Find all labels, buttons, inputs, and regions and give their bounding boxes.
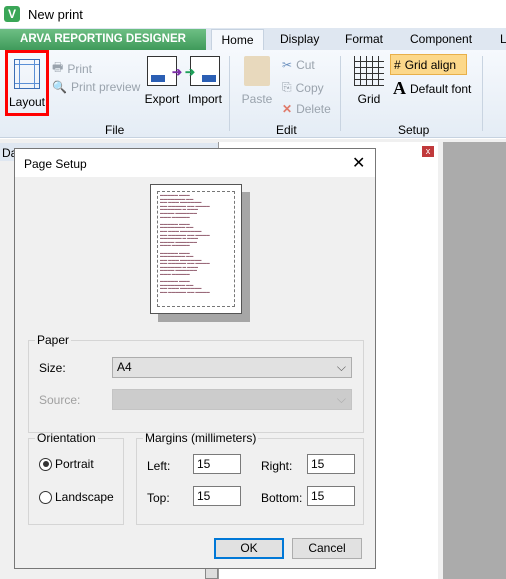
radio-checked-icon bbox=[39, 457, 52, 471]
tab-format[interactable]: Format bbox=[337, 29, 391, 50]
grid-icon bbox=[354, 56, 384, 86]
layout-icon bbox=[14, 59, 40, 89]
brand-tab[interactable]: ARVA REPORTING DESIGNER bbox=[0, 29, 206, 50]
size-select[interactable]: A4 ⌵ bbox=[112, 357, 352, 378]
export-icon: ➔ bbox=[147, 56, 182, 86]
left-margin-input[interactable]: 15 bbox=[193, 454, 241, 474]
page-setup-dialog: Page Setup ✕ ▬▬▬▬▬ ▬▬▬ ▬▬▬▬▬▬▬ ▬▬ ▬▬ ▬▬▬ ▬… bbox=[14, 148, 376, 569]
export-label: Export bbox=[144, 92, 180, 106]
tab-more[interactable]: L bbox=[492, 29, 506, 50]
cut-button[interactable]: ✂ Cut bbox=[282, 58, 315, 72]
print-preview-icon: 🔍 bbox=[52, 80, 67, 94]
print-preview-label: Print preview bbox=[70, 80, 141, 94]
grid-align-label: Grid align bbox=[404, 57, 457, 72]
edit-group-label: Edit bbox=[276, 123, 297, 137]
grid-button[interactable]: Grid bbox=[350, 56, 388, 106]
landscape-radio[interactable]: Landscape bbox=[39, 490, 114, 504]
gray-area bbox=[443, 142, 506, 579]
size-value: A4 bbox=[117, 360, 132, 374]
dialog-title-bar: Page Setup ✕ bbox=[15, 149, 375, 177]
setup-group-label: Setup bbox=[398, 123, 430, 137]
paste-button[interactable]: Paste bbox=[240, 56, 274, 106]
copy-button[interactable]: ⎘ Copy bbox=[282, 80, 324, 95]
print-label: Print bbox=[67, 61, 93, 76]
tab-home[interactable]: Home bbox=[211, 29, 264, 50]
default-font-button[interactable]: A Default font bbox=[393, 78, 471, 99]
right-margin-input[interactable]: 15 bbox=[307, 454, 355, 474]
right-margin-label: Right: bbox=[261, 459, 293, 473]
portrait-radio[interactable]: Portrait bbox=[39, 457, 94, 471]
default-font-label: Default font bbox=[410, 81, 472, 96]
close-icon[interactable]: ✕ bbox=[352, 153, 365, 173]
grid-label: Grid bbox=[357, 92, 381, 106]
radio-unchecked-icon bbox=[39, 490, 52, 504]
grid-align-button[interactable]: # Grid align bbox=[390, 54, 467, 75]
bottom-margin-label: Bottom: bbox=[261, 491, 303, 505]
paste-icon bbox=[244, 56, 270, 86]
margins-legend: Margins (millimeters) bbox=[145, 431, 257, 445]
close-icon[interactable]: x bbox=[422, 146, 434, 157]
import-icon: ➔ bbox=[185, 56, 220, 86]
source-label: Source: bbox=[39, 393, 81, 407]
delete-label: Delete bbox=[296, 102, 331, 116]
print-button[interactable]: 🖶 Print bbox=[52, 58, 92, 79]
printer-icon: 🖶 bbox=[52, 60, 64, 74]
landscape-label: Landscape bbox=[55, 490, 114, 504]
layout-label: Layout bbox=[8, 95, 46, 109]
title-bar: V New print bbox=[0, 0, 506, 30]
ribbon: Layout 🖶 Print 🔍 Print preview ➔ Export ➔ … bbox=[0, 50, 506, 138]
portrait-label: Portrait bbox=[55, 457, 94, 471]
separator bbox=[482, 56, 483, 131]
import-button[interactable]: ➔ Import bbox=[185, 56, 224, 106]
font-icon: A bbox=[393, 78, 406, 98]
window-title: New print bbox=[28, 7, 83, 22]
top-margin-label: Top: bbox=[147, 491, 170, 505]
paper-group: Paper bbox=[28, 333, 364, 433]
export-button[interactable]: ➔ Export bbox=[143, 56, 182, 106]
app-logo: V bbox=[4, 6, 20, 22]
source-select[interactable]: ⌵ bbox=[112, 389, 352, 410]
page-preview: ▬▬▬▬▬ ▬▬▬ ▬▬▬▬▬▬▬ ▬▬ ▬▬ ▬▬▬ ▬▬▬▬▬▬ ▬▬ ▬▬▬▬▬… bbox=[150, 184, 242, 314]
paper-legend: Paper bbox=[37, 333, 70, 347]
dialog-title: Page Setup bbox=[24, 157, 87, 171]
size-label: Size: bbox=[39, 361, 66, 375]
preview-margins: ▬▬▬▬▬ ▬▬▬ ▬▬▬▬▬▬▬ ▬▬ ▬▬ ▬▬▬ ▬▬▬▬▬▬ ▬▬ ▬▬▬▬▬… bbox=[157, 191, 235, 307]
chevron-down-icon: ⌵ bbox=[336, 392, 346, 406]
delete-icon: ✕ bbox=[282, 102, 293, 116]
paste-label: Paste bbox=[241, 92, 273, 106]
ok-button[interactable]: OK bbox=[214, 538, 284, 559]
tab-display[interactable]: Display bbox=[272, 29, 327, 50]
margins-group: Margins (millimeters) bbox=[136, 431, 364, 525]
delete-button[interactable]: ✕ Delete bbox=[282, 102, 331, 116]
scissors-icon: ✂ bbox=[282, 58, 293, 72]
top-margin-input[interactable]: 15 bbox=[193, 486, 241, 506]
copy-icon: ⎘ bbox=[282, 80, 292, 94]
layout-button[interactable]: Layout bbox=[5, 50, 49, 116]
separator bbox=[229, 56, 230, 131]
file-group-label: File bbox=[105, 123, 125, 137]
chevron-down-icon: ⌵ bbox=[336, 360, 346, 374]
orientation-group: Orientation bbox=[28, 431, 124, 525]
cancel-button[interactable]: Cancel bbox=[292, 538, 362, 559]
orientation-legend: Orientation bbox=[37, 431, 96, 445]
bottom-margin-input[interactable]: 15 bbox=[307, 486, 355, 506]
copy-label: Copy bbox=[295, 80, 324, 95]
tab-component[interactable]: Component bbox=[402, 29, 480, 50]
left-margin-label: Left: bbox=[147, 459, 171, 473]
grid-align-icon: # bbox=[394, 57, 401, 72]
import-label: Import bbox=[187, 92, 222, 106]
print-preview-button[interactable]: 🔍 Print preview bbox=[52, 80, 140, 94]
separator bbox=[340, 56, 341, 131]
cut-label: Cut bbox=[296, 58, 315, 72]
